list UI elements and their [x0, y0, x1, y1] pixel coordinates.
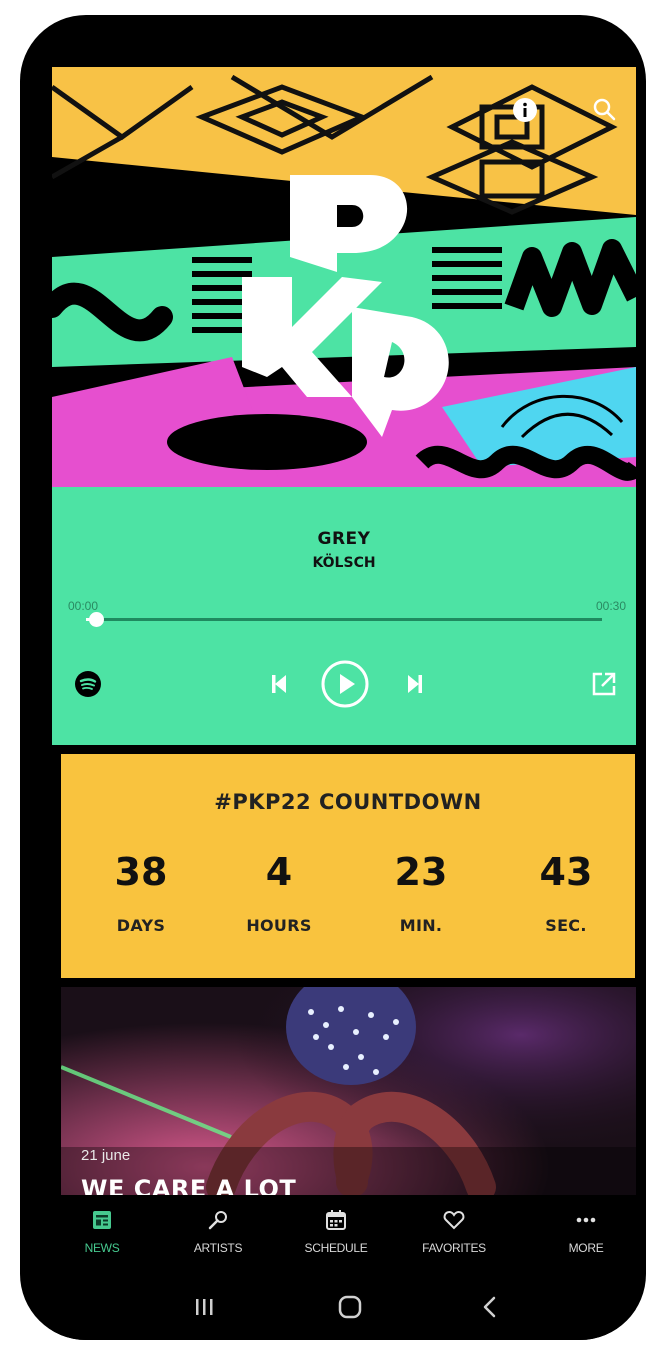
heart-icon	[443, 1210, 465, 1230]
music-player: GREY KÖLSCH 00:00 00:30	[52, 487, 636, 745]
search-icon[interactable]	[592, 97, 622, 127]
countdown-minutes: 23 MIN.	[361, 850, 481, 935]
home-button[interactable]	[330, 1291, 370, 1323]
play-icon	[321, 660, 369, 708]
countdown-label: SEC.	[545, 916, 587, 935]
open-external-button[interactable]	[588, 668, 620, 700]
bottom-navigation: NEWS ARTISTS SCHEDULE FAVORITES MORE	[52, 1195, 636, 1271]
next-track-button[interactable]	[400, 668, 430, 700]
system-navigation-bar	[52, 1277, 636, 1340]
recent-apps-button[interactable]	[184, 1291, 224, 1323]
nav-label: NEWS	[84, 1241, 120, 1255]
nav-item-artists[interactable]: ARTISTS	[160, 1207, 276, 1255]
progress-slider[interactable]	[86, 612, 602, 627]
spotify-icon[interactable]	[74, 670, 102, 698]
recent-apps-icon	[196, 1299, 213, 1315]
countdown-seconds: 43 SEC.	[506, 850, 626, 935]
progress-thumb[interactable]	[89, 612, 105, 627]
skip-previous-icon	[272, 675, 286, 693]
track-artist: KÖLSCH	[312, 555, 376, 571]
nav-item-favorites[interactable]: FAVORITES	[396, 1207, 512, 1255]
home-icon	[338, 1295, 362, 1319]
nav-label: ARTISTS	[193, 1241, 243, 1255]
countdown-hours: 4 HOURS	[219, 850, 339, 935]
microphone-icon	[208, 1211, 227, 1230]
news-card[interactable]: 21 june WE CARE A LOT	[61, 987, 636, 1227]
countdown-label: HOURS	[246, 916, 312, 935]
festival-hero-banner	[52, 67, 636, 487]
app-screen: GREY KÖLSCH 00:00 00:30 #PKP22 COUNTDOWN…	[52, 67, 636, 1340]
nav-label: FAVORITES	[422, 1241, 486, 1255]
countdown-label: MIN.	[399, 916, 443, 935]
hero-artwork	[52, 67, 636, 487]
time-elapsed: 00:00	[68, 599, 99, 613]
countdown-days: 38 DAYS	[81, 850, 201, 935]
phone-frame: GREY KÖLSCH 00:00 00:30 #PKP22 COUNTDOWN…	[20, 15, 646, 1340]
time-total: 00:30	[595, 599, 626, 613]
nav-item-more[interactable]: MORE	[528, 1207, 636, 1255]
back-icon	[483, 1296, 496, 1318]
external-link-icon	[592, 672, 616, 696]
previous-track-button[interactable]	[264, 668, 294, 700]
countdown-value: 38	[114, 850, 168, 894]
info-icon[interactable]	[512, 97, 542, 127]
countdown-value: 4	[265, 850, 293, 894]
calendar-icon	[326, 1210, 346, 1230]
news-date: 21 june	[81, 1147, 131, 1164]
countdown-value: 43	[539, 850, 593, 894]
news-icon	[93, 1211, 111, 1229]
countdown-value: 23	[394, 850, 448, 894]
nav-label: SCHEDULE	[304, 1241, 368, 1255]
countdown-label: DAYS	[116, 916, 166, 935]
countdown-title: #PKP22 COUNTDOWN	[214, 790, 482, 814]
nav-item-schedule[interactable]: SCHEDULE	[278, 1207, 394, 1255]
nav-item-news[interactable]: NEWS	[52, 1207, 160, 1255]
nav-label: MORE	[568, 1241, 604, 1255]
back-button[interactable]	[470, 1291, 510, 1323]
skip-next-icon	[408, 675, 422, 693]
countdown-card: #PKP22 COUNTDOWN 38 DAYS 4 HOURS 23 MIN.…	[61, 754, 635, 978]
play-button[interactable]	[320, 659, 370, 709]
more-dots-icon	[576, 1217, 596, 1223]
track-title: GREY	[317, 529, 371, 549]
